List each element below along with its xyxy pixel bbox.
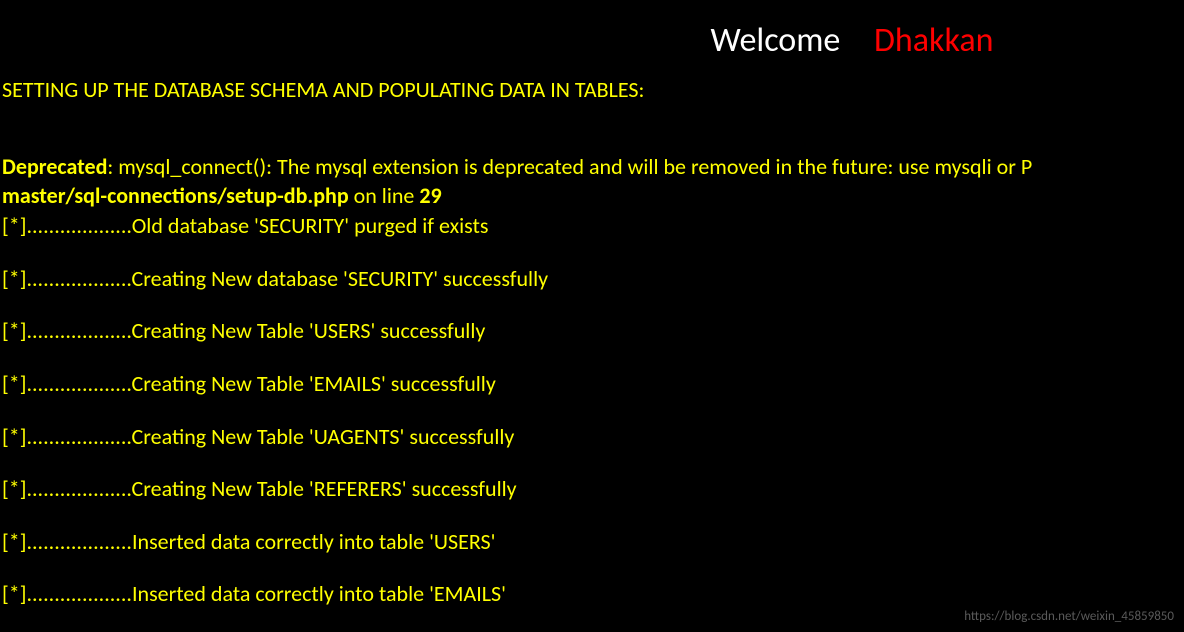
log-entry: [*]...................Old database 'SECU… [2,212,1184,241]
setup-heading: SETTING UP THE DATABASE SCHEMA AND POPUL… [2,76,1184,103]
file-path: master/sql-connections/setup-db.php [2,182,349,209]
on-line-text: on line [349,182,420,209]
deprecated-warning: Deprecated: mysql_connect(): The mysql e… [2,153,1184,182]
deprecated-message: : mysql_connect(): The mysql extension i… [107,153,1032,180]
user-name: Dhakkan [874,20,994,61]
deprecated-label: Deprecated [2,153,107,180]
log-entry: [*]...................Creating New datab… [2,265,1184,294]
log-output: [*]...................Old database 'SECU… [2,212,1184,609]
line-number: 29 [419,182,441,209]
log-entry: [*]...................Creating New Table… [2,370,1184,399]
log-entry: [*]...................Creating New Table… [2,317,1184,346]
content-area: SETTING UP THE DATABASE SCHEMA AND POPUL… [0,76,1184,609]
page-header: Welcome Dhakkan [0,0,1184,76]
log-entry: [*]...................Creating New Table… [2,475,1184,504]
welcome-label: Welcome [710,20,840,61]
watermark-text: https://blog.csdn.net/weixin_45859850 [964,609,1174,624]
log-entry: [*]...................Inserted data corr… [2,580,1184,609]
log-entry: [*]...................Inserted data corr… [2,528,1184,557]
file-path-line: master/sql-connections/setup-db.php on l… [2,182,1184,211]
log-entry: [*]...................Creating New Table… [2,423,1184,452]
